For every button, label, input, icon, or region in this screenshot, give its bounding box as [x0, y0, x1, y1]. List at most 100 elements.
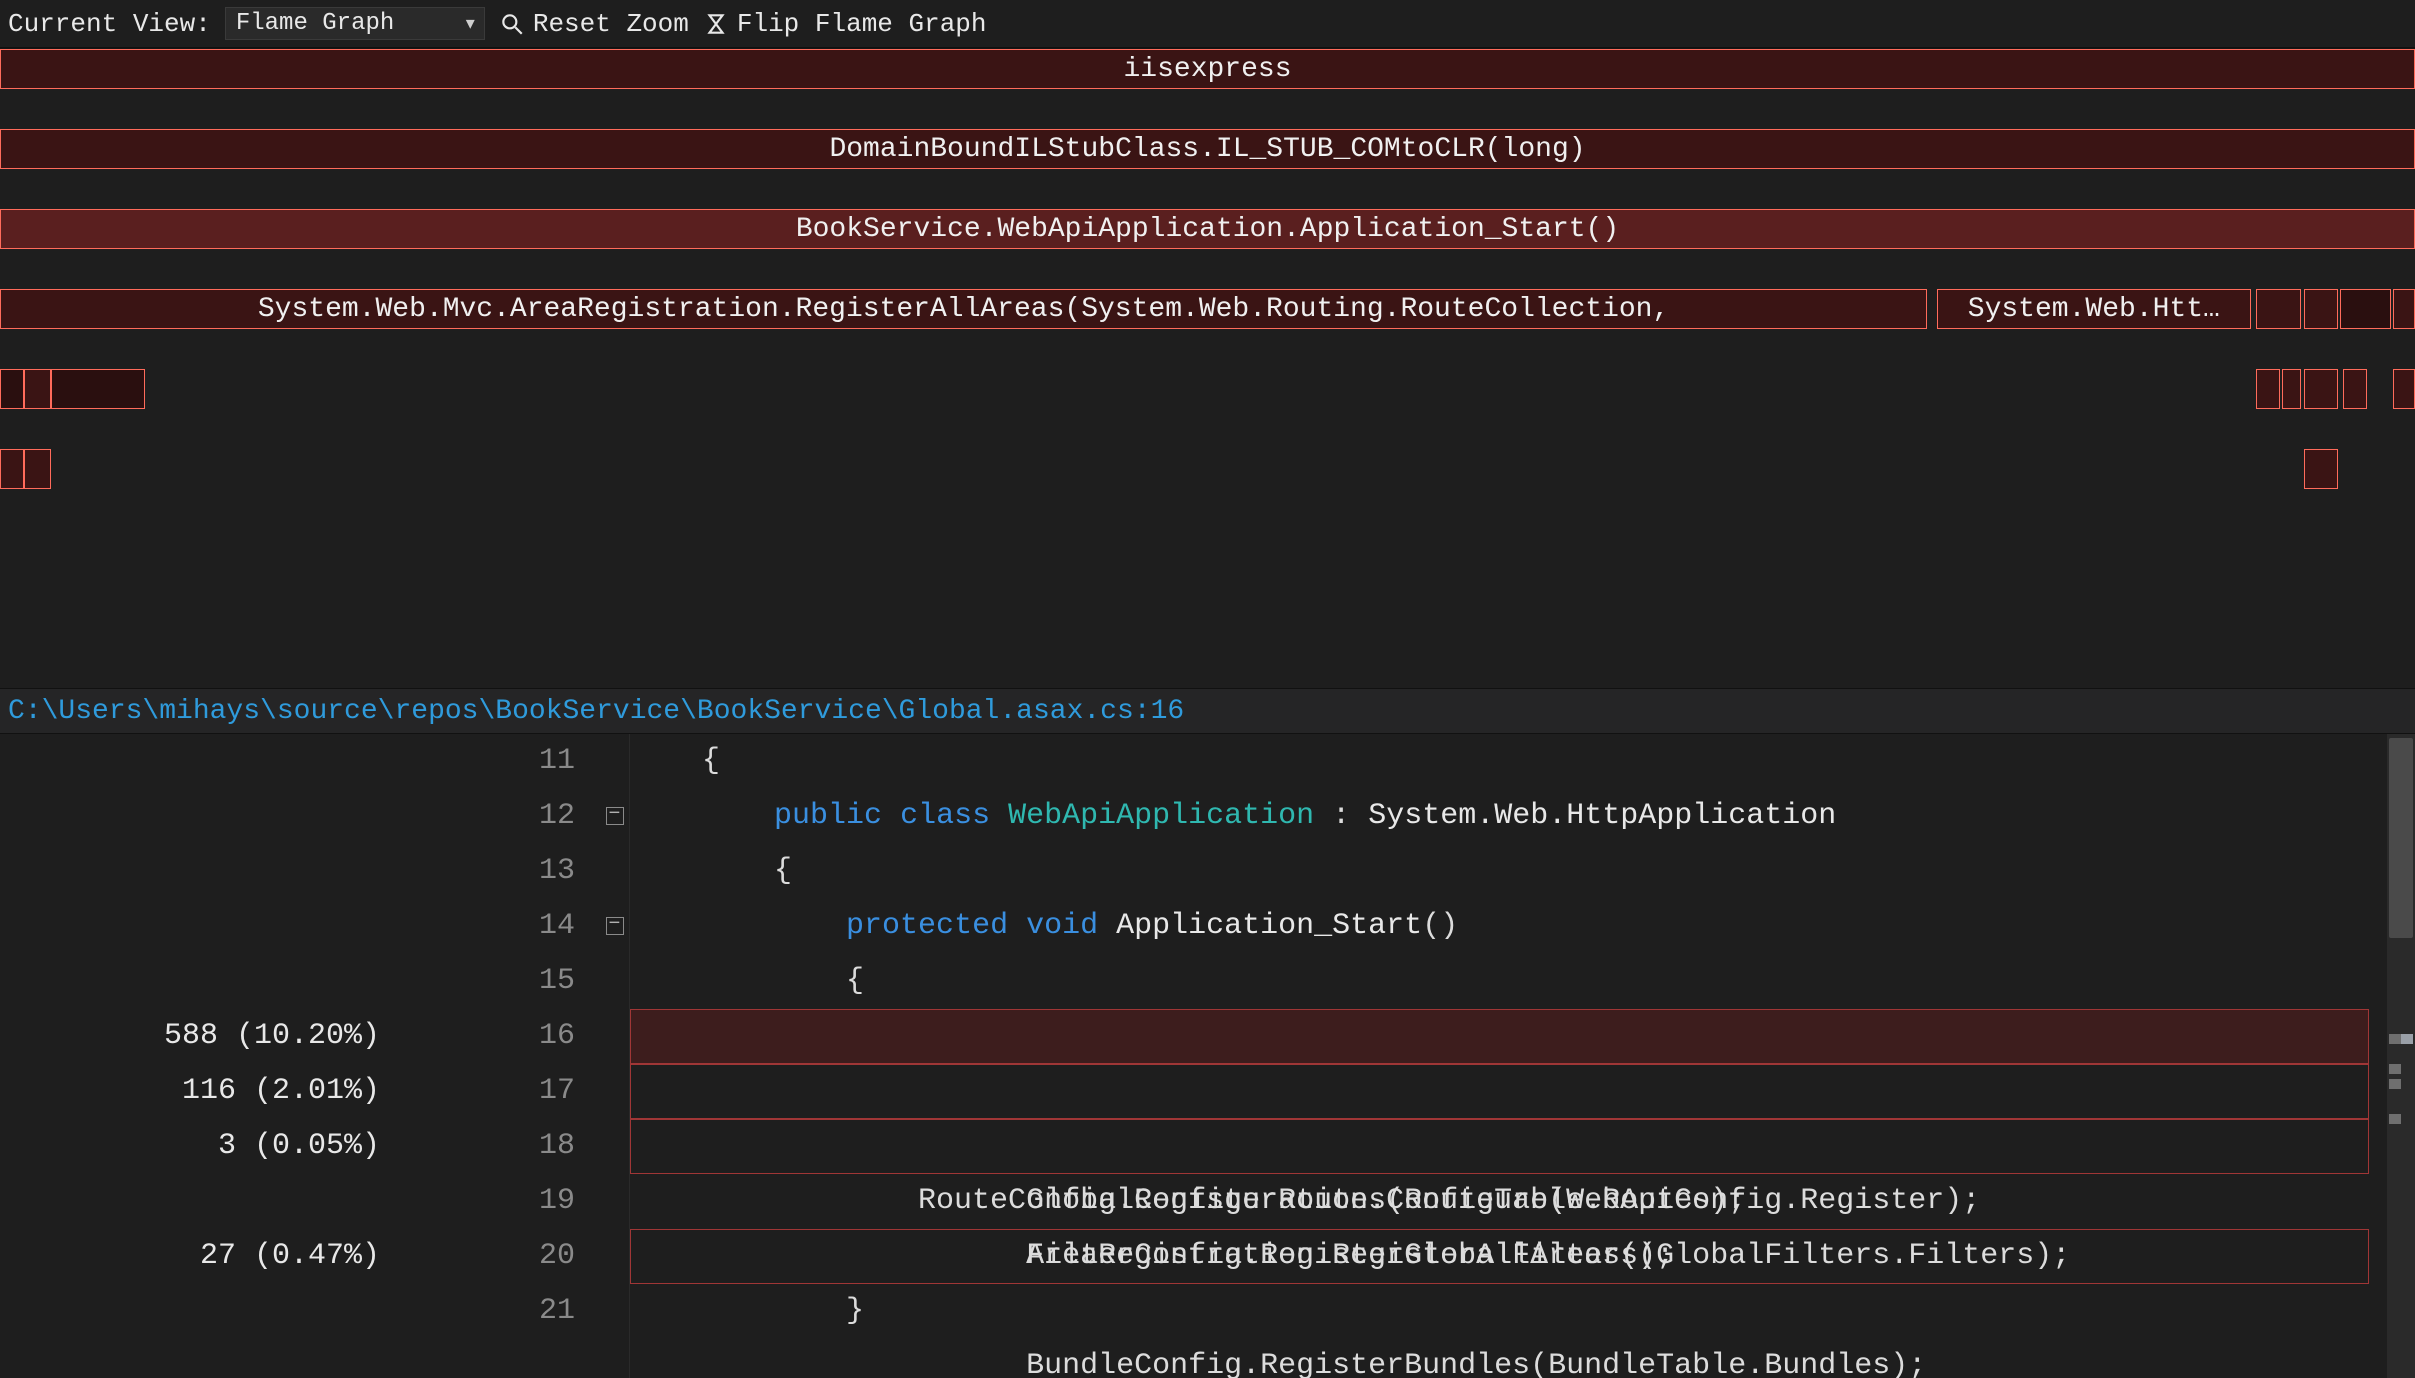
flame-frame[interactable]	[2340, 289, 2391, 329]
line-number: 20	[400, 1229, 575, 1284]
pun: ()	[1422, 909, 1458, 943]
metric: 27 (0.47%)	[0, 1229, 380, 1284]
fold-minus-icon[interactable]: −	[606, 917, 624, 935]
line-number: 16	[400, 1009, 575, 1064]
metric	[0, 899, 380, 954]
code-line[interactable]: {	[630, 734, 2415, 789]
scroll-thumb[interactable]	[2389, 738, 2413, 938]
flame-frame[interactable]	[2304, 449, 2338, 489]
fold-cell	[600, 1064, 629, 1119]
type-name: WebApiApplication	[1008, 799, 1314, 833]
type-ref: System.Web.HttpApplication	[1368, 799, 1836, 833]
code-line[interactable]: RouteConfig.RegisterRoutes(RouteTable.Ro…	[630, 1174, 2415, 1229]
flip-icon	[703, 11, 729, 37]
line-number: 13	[400, 844, 575, 899]
line-number: 12	[400, 789, 575, 844]
scroll-marker	[2389, 1114, 2401, 1124]
flame-row: System.Web.Mvc.AreaRegistration.Register…	[0, 289, 2415, 329]
kw: protected	[846, 909, 1008, 943]
heat-border	[630, 1229, 2369, 1284]
flame-frame[interactable]	[2343, 369, 2367, 409]
fold-cell[interactable]: −	[600, 899, 629, 954]
fold-cell[interactable]: −	[600, 789, 629, 844]
metric	[0, 954, 380, 1009]
line-number-gutter: 11 12 13 14 15 16 17 18 19 20 21	[400, 734, 600, 1378]
view-select[interactable]: Flame Graph	[225, 7, 485, 40]
code-line[interactable]: BundleConfig.RegisterBundles(BundleTable…	[630, 1229, 2415, 1284]
metric	[0, 1284, 380, 1339]
vertical-scrollbar[interactable]	[2387, 734, 2415, 1378]
flame-row	[0, 369, 2415, 409]
flame-frame[interactable]	[2393, 289, 2415, 329]
code-text: BundleConfig.RegisterBundles(BundleTable…	[738, 1349, 1926, 1378]
fold-cell	[600, 1119, 629, 1174]
code-line[interactable]: GlobalConfiguration.Configure(WebApiConf…	[630, 1064, 2415, 1119]
flame-frame[interactable]	[51, 369, 145, 409]
kw: class	[900, 799, 990, 833]
heat-border	[630, 1064, 2369, 1119]
fold-cell	[600, 1174, 629, 1229]
flame-frame[interactable]	[2282, 369, 2301, 409]
code-line[interactable]: {	[630, 954, 2415, 1009]
fold-cell	[600, 1229, 629, 1284]
metrics-column: 588 (10.20%) 116 (2.01%) 3 (0.05%) 27 (0…	[0, 734, 400, 1378]
flame-row: DomainBoundILStubClass.IL_STUB_COMtoCLR(…	[0, 129, 2415, 169]
metric: 116 (2.01%)	[0, 1064, 380, 1119]
fold-cell	[600, 734, 629, 789]
flame-frame[interactable]: System.Web.Htt…	[1937, 289, 2251, 329]
kw: void	[1026, 909, 1098, 943]
heat-overlay	[630, 1009, 2369, 1064]
code-line[interactable]: AreaRegistration.RegisterAllAreas();	[630, 1009, 2415, 1064]
line-number: 19	[400, 1174, 575, 1229]
flame-row: iisexpress	[0, 49, 2415, 89]
reset-zoom-label: Reset Zoom	[533, 9, 689, 39]
flame-frame[interactable]	[0, 369, 24, 409]
kw: public	[774, 799, 882, 833]
code-line[interactable]: {	[630, 844, 2415, 899]
metric: 3 (0.05%)	[0, 1119, 380, 1174]
toolbar: Current View: Flame Graph ▾ Reset Zoom F…	[0, 0, 2415, 48]
scroll-marker	[2389, 1079, 2401, 1089]
code-line[interactable]: }	[630, 1284, 2415, 1339]
metric	[0, 734, 380, 789]
flame-frame[interactable]	[2393, 369, 2415, 409]
reset-zoom-button[interactable]: Reset Zoom	[499, 9, 689, 39]
flip-flame-button[interactable]: Flip Flame Graph	[703, 9, 987, 39]
flame-frame[interactable]	[2256, 369, 2280, 409]
flame-frame[interactable]	[2304, 289, 2338, 329]
flame-frame[interactable]	[2256, 289, 2302, 329]
pun: :	[1314, 799, 1368, 833]
flip-flame-label: Flip Flame Graph	[737, 9, 987, 39]
code-line[interactable]: protected void Application_Start()	[630, 899, 2415, 954]
code-line[interactable]: FilterConfig.RegisterGlobalFilters(Globa…	[630, 1119, 2415, 1174]
fold-minus-icon[interactable]: −	[606, 807, 624, 825]
fold-cell	[600, 1009, 629, 1064]
flame-frame[interactable]: System.Web.Mvc.AreaRegistration.Register…	[0, 289, 1927, 329]
metric	[0, 844, 380, 899]
fold-cell	[600, 1284, 629, 1339]
metric	[0, 1174, 380, 1229]
magnifier-icon	[499, 11, 525, 37]
code-editor[interactable]: { public class WebApiApplication : Syste…	[630, 734, 2415, 1378]
scroll-marker	[2389, 1064, 2401, 1074]
scroll-marker	[2389, 1034, 2401, 1044]
flame-frame[interactable]	[24, 369, 51, 409]
code-pane: 588 (10.20%) 116 (2.01%) 3 (0.05%) 27 (0…	[0, 734, 2415, 1378]
flame-frame[interactable]	[24, 449, 51, 489]
view-select-wrap[interactable]: Flame Graph ▾	[225, 7, 485, 40]
flame-graph[interactable]: iisexpress DomainBoundILStubClass.IL_STUB…	[0, 48, 2415, 688]
line-number: 18	[400, 1119, 575, 1174]
flame-frame[interactable]	[0, 449, 24, 489]
heat-border	[630, 1009, 2369, 1064]
current-line-border	[630, 1009, 2369, 1064]
metric	[0, 789, 380, 844]
metric: 588 (10.20%)	[0, 1009, 380, 1064]
flame-frame[interactable]	[2304, 369, 2338, 409]
code-line[interactable]: public class WebApiApplication : System.…	[630, 789, 2415, 844]
flame-frame[interactable]: BookService.WebApiApplication.Applicatio…	[0, 209, 2415, 249]
flame-frame[interactable]: DomainBoundILStubClass.IL_STUB_COMtoCLR(…	[0, 129, 2415, 169]
method-name: Application_Start	[1116, 909, 1422, 943]
fold-cell	[600, 954, 629, 1009]
flame-frame[interactable]: iisexpress	[0, 49, 2415, 89]
current-view-label: Current View:	[8, 9, 211, 39]
